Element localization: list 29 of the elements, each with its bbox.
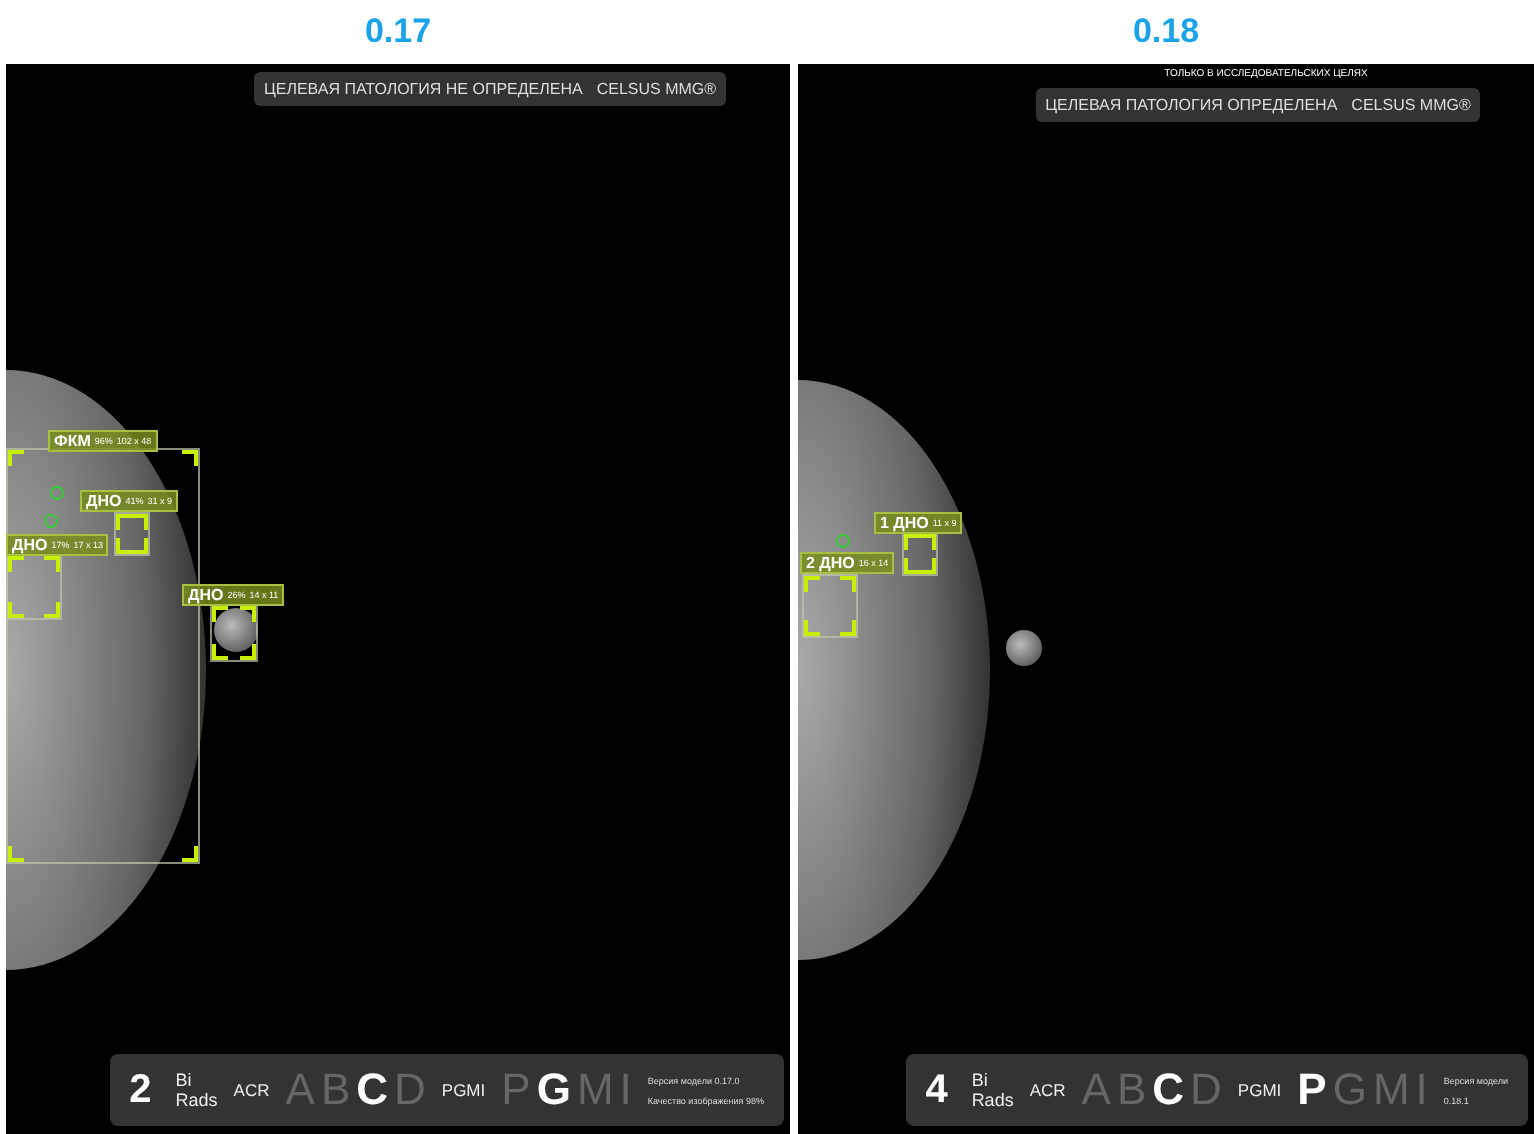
banner-status: ЦЕЛЕВАЯ ПАТОЛОГИЯ НЕ ОПРЕДЕЛЕНА — [263, 80, 583, 98]
acr-grade: C — [356, 1064, 389, 1116]
birads-label: Bi Rads — [175, 1070, 218, 1110]
finding-box — [210, 604, 258, 662]
finding-label: ДНО — [12, 536, 48, 554]
finding-label: 1 ДНО — [880, 514, 929, 532]
pgmi-grade: P — [1297, 1064, 1327, 1116]
circle-marker-icon — [836, 534, 850, 548]
finding-label: 2 ДНО — [806, 554, 855, 572]
version-title: 0.18 — [1132, 12, 1200, 52]
finding-box — [802, 574, 858, 638]
mass-drawing — [1006, 630, 1042, 666]
pgmi-label: PGMI — [441, 1080, 486, 1100]
acr-label: ACR — [233, 1080, 270, 1100]
banner-status: ЦЕЛЕВАЯ ПАТОЛОГИЯ ОПРЕДЕЛЕНА — [1045, 96, 1338, 114]
product-name: CELSUS MMG® — [1351, 96, 1471, 114]
product-name: CELSUS MMG® — [596, 80, 717, 98]
acr-grade: C — [1152, 1064, 1185, 1116]
pgmi-grade: G — [536, 1064, 571, 1116]
pgmi-label: PGMI — [1237, 1080, 1282, 1100]
finding-label: ДНО — [188, 586, 224, 604]
version-title: 0.17 — [364, 12, 432, 52]
finding-label: ДНО — [86, 492, 122, 510]
birads-score: 2 — [129, 1067, 152, 1113]
finding-label: ФКМ — [54, 432, 91, 450]
birads-label: Bi Rads — [971, 1070, 1014, 1110]
acr-label: ACR — [1029, 1080, 1066, 1100]
birads-score: 4 — [925, 1067, 948, 1113]
finding-box — [902, 532, 938, 576]
